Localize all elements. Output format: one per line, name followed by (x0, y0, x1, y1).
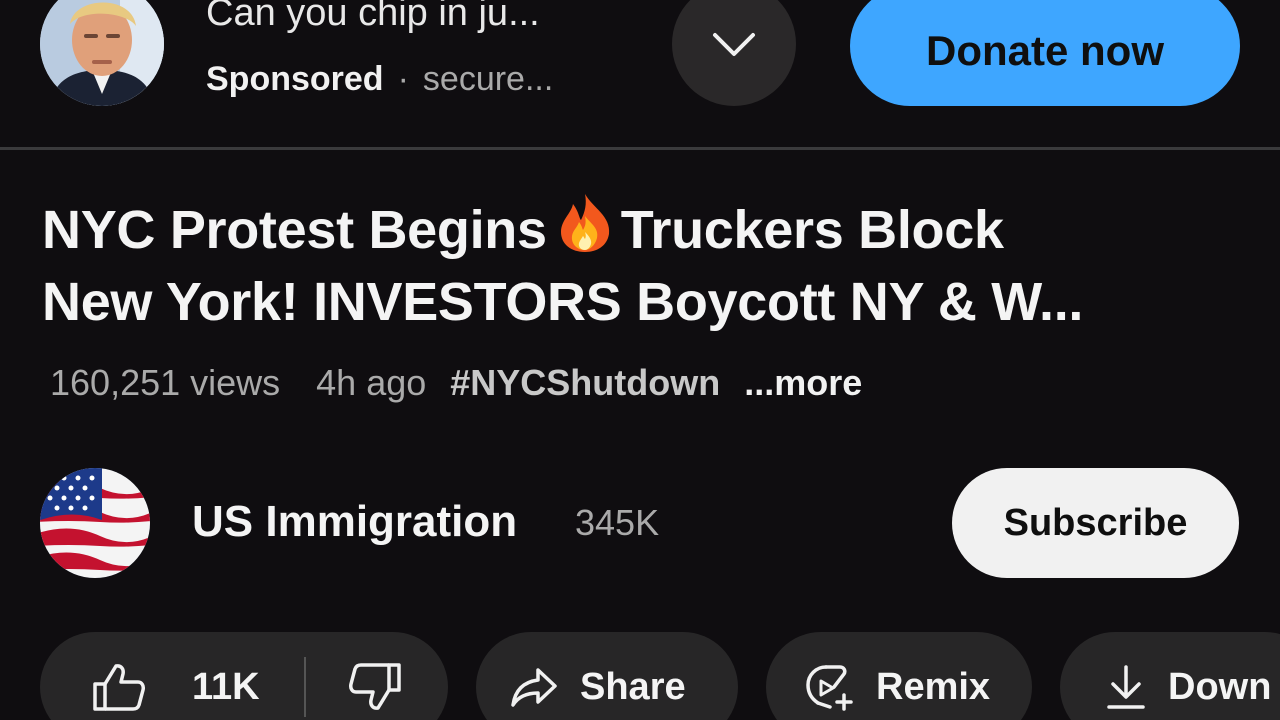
remix-label: Remix (876, 665, 991, 708)
remix-button[interactable]: Remix (766, 632, 1032, 720)
subscribe-button[interactable]: Subscribe (952, 468, 1239, 578)
meta-separator: · (397, 60, 409, 98)
video-title[interactable]: NYC Protest Begins Truckers Block New Yo… (42, 192, 1242, 338)
title-line-1: NYC Protest Begins Truckers Block (42, 192, 1242, 266)
view-count: 160,251 views (50, 362, 281, 403)
thumbs-down-icon (348, 662, 402, 712)
ad-headline[interactable]: Can you chip in ju... (206, 0, 540, 35)
thumbs-up-icon (92, 662, 146, 712)
dislike-button[interactable] (306, 632, 402, 720)
remix-icon (804, 663, 854, 711)
title-text-1b: Truckers Block (620, 200, 1004, 260)
share-arrow-icon (510, 667, 558, 707)
sponsored-label: Sponsored (206, 60, 384, 98)
like-count: 11K (192, 665, 260, 708)
section-divider (0, 147, 1280, 150)
share-label: Share (580, 665, 686, 708)
download-button[interactable]: Down (1060, 632, 1280, 720)
title-text-1a: NYC Protest Begins (42, 200, 547, 260)
ad-domain: secure... (422, 60, 554, 98)
channel-avatar[interactable] (40, 468, 150, 578)
ad-meta: Sponsored · secure... (206, 60, 553, 99)
title-line-2: New York! INVESTORS Boycott NY & W... (42, 272, 1084, 332)
video-watch-page: Can you chip in ju... Sponsored · secure..… (0, 0, 1280, 720)
donate-now-button[interactable]: Donate now (850, 0, 1240, 106)
video-meta[interactable]: 160,251 views 4h ago #NYCShutdown ...more (50, 362, 862, 404)
share-button[interactable]: Share (476, 632, 738, 720)
subscriber-count: 345K (575, 502, 660, 543)
sponsored-ad-bar: Can you chip in ju... Sponsored · secure..… (0, 0, 1280, 148)
more-description-link[interactable]: ...more (744, 362, 862, 403)
channel-name[interactable]: US Immigration (192, 497, 517, 547)
like-button[interactable]: 11K (40, 632, 304, 720)
like-dislike-group: 11K (40, 632, 448, 720)
download-icon (1106, 664, 1146, 710)
upload-age: 4h ago (316, 362, 427, 403)
advertiser-avatar[interactable] (40, 0, 164, 106)
expand-ad-button[interactable] (672, 0, 796, 106)
download-label: Down (1168, 665, 1272, 708)
chevron-down-icon (711, 29, 757, 59)
hashtag-link[interactable]: #NYCShutdown (450, 362, 720, 403)
fire-emoji-icon (555, 192, 615, 254)
